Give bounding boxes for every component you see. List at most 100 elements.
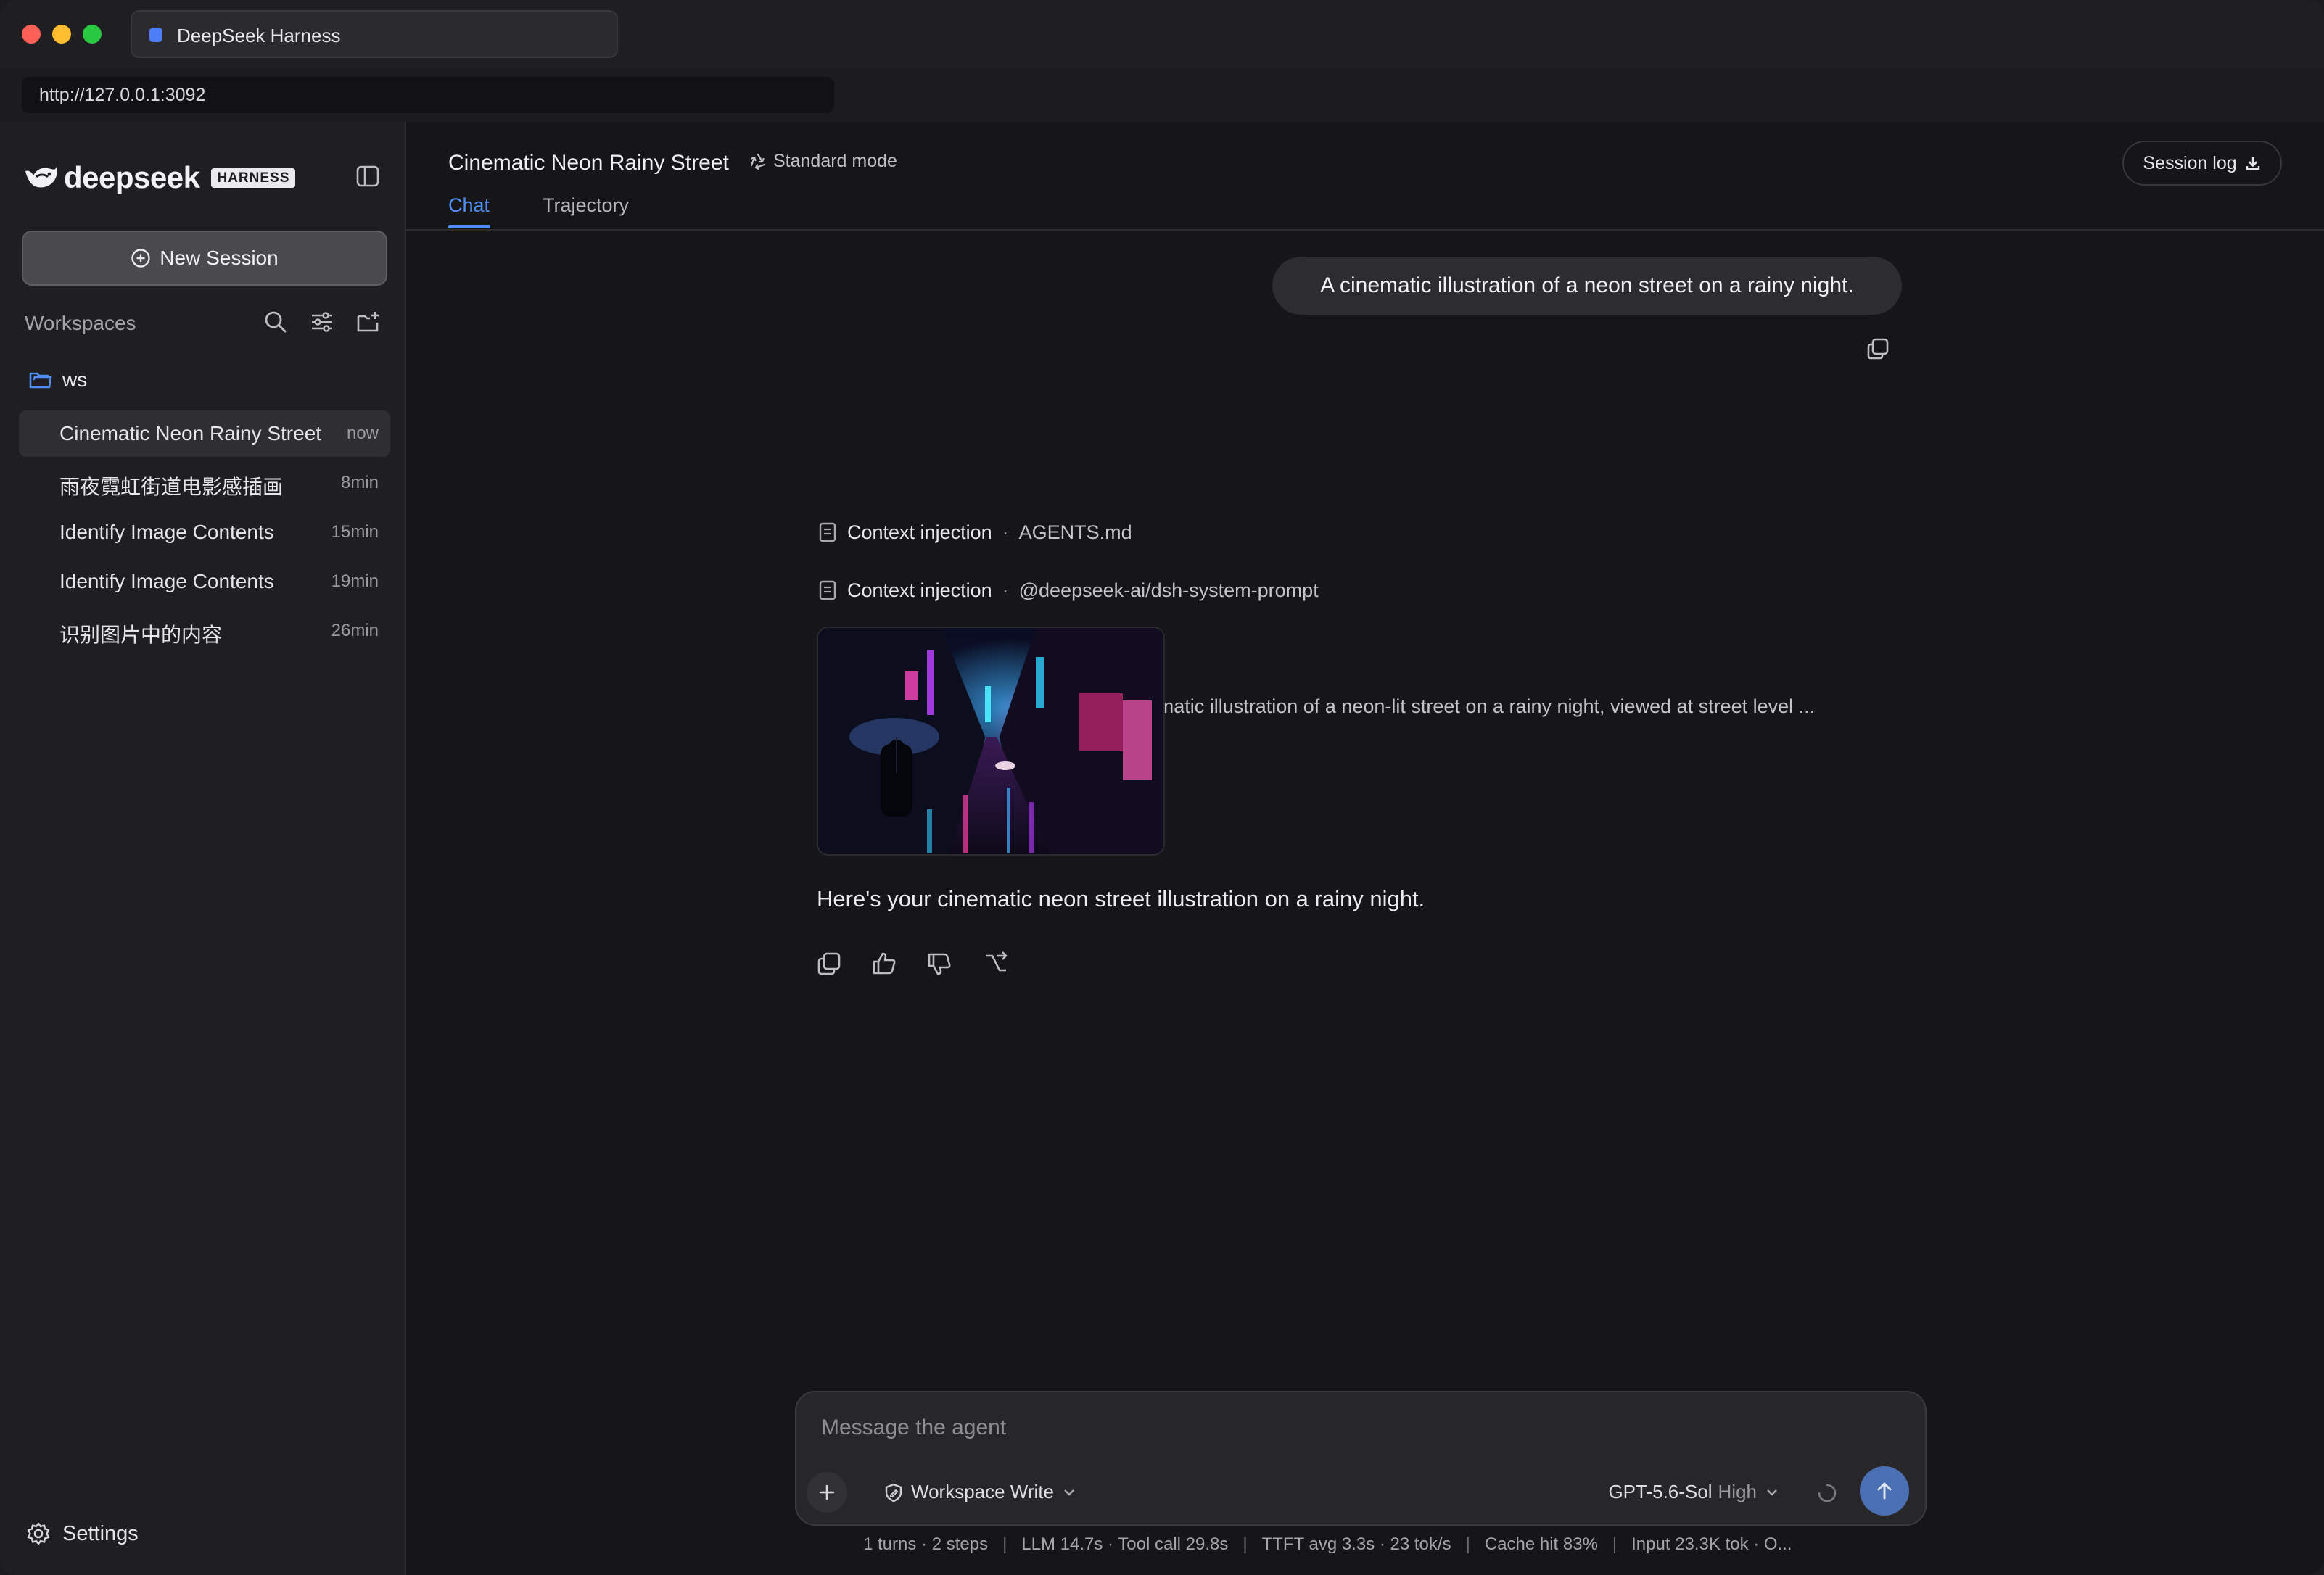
title-bar: DeepSeek Harness xyxy=(0,0,2324,68)
logo-text: deepseek xyxy=(64,160,200,194)
stats-ttft: TTFT avg 3.3s · 23 tok/s xyxy=(1261,1534,1451,1554)
settings-button[interactable]: Settings xyxy=(26,1521,139,1546)
browser-tab-title: DeepSeek Harness xyxy=(177,25,341,46)
document-icon xyxy=(819,522,836,542)
user-message-text: A cinematic illustration of a neon stree… xyxy=(1320,273,1854,297)
new-session-button[interactable]: New Session xyxy=(22,231,387,286)
stats-separator: | xyxy=(1002,1534,1008,1554)
session-title: Identify Image Contents xyxy=(59,521,274,543)
maximize-window-button[interactable] xyxy=(83,25,102,44)
assistant-message-text: Here's your cinematic neon street illust… xyxy=(817,886,1425,911)
session-item[interactable]: 雨夜霓虹街道电影感插画 8min xyxy=(19,460,390,506)
search-icon[interactable] xyxy=(263,309,289,335)
session-item[interactable]: Cinematic Neon Rainy Street now xyxy=(19,410,390,457)
model-effort: High xyxy=(1718,1481,1757,1502)
new-folder-icon[interactable] xyxy=(355,309,382,335)
tab-trajectory[interactable]: Trajectory xyxy=(543,194,629,217)
stats-separator: | xyxy=(1465,1534,1470,1554)
whale-logo-icon xyxy=(25,167,57,188)
session-title: 识别图片中的内容 xyxy=(59,624,223,646)
session-item[interactable]: Identify Image Contents 19min xyxy=(19,558,390,605)
stats-cache: Cache hit 83% xyxy=(1484,1534,1598,1554)
session-title: Identify Image Contents xyxy=(59,570,274,592)
settings-label: Settings xyxy=(62,1521,139,1545)
neon-street-image xyxy=(818,628,1163,854)
chevron-down-icon xyxy=(1064,1489,1074,1496)
browser-tab[interactable]: DeepSeek Harness xyxy=(131,10,618,58)
stats-separator: | xyxy=(1243,1534,1248,1554)
tab-bar: Chat Trajectory xyxy=(406,189,2324,231)
favicon-icon xyxy=(149,28,162,42)
new-session-label: New Session xyxy=(160,247,279,269)
stats-input: Input 23.3K tok · O... xyxy=(1631,1534,1792,1554)
workspace-folder-label: ws xyxy=(62,368,88,391)
browser-window: DeepSeek Harness http://127.0.0.1:3092 d… xyxy=(0,0,2324,1575)
message-input[interactable] xyxy=(820,1411,1896,1444)
session-item[interactable]: 识别图片中的内容 26min xyxy=(19,608,390,654)
model-name: GPT-5.6-Sol xyxy=(1608,1481,1713,1502)
stats-timing: LLM 14.7s · Tool call 29.8s xyxy=(1021,1534,1229,1554)
user-message-bubble: A cinematic illustration of a neon stree… xyxy=(1272,257,1902,315)
logo-badge: HARNESS xyxy=(211,168,296,188)
session-time: 8min xyxy=(340,473,379,492)
session-time: 26min xyxy=(331,621,379,640)
arrow-up-icon xyxy=(1877,1482,1892,1500)
page-title: Cinematic Neon Rainy Street xyxy=(448,151,729,175)
session-time: 15min xyxy=(331,522,379,542)
stats-separator: | xyxy=(1612,1534,1618,1554)
event-kind: Context injection xyxy=(847,521,992,543)
folder-icon xyxy=(29,372,52,389)
event-separator: · xyxy=(1002,579,1009,601)
gear-icon xyxy=(27,1522,50,1545)
session-time: now xyxy=(346,423,379,443)
session-title: 雨夜霓虹街道电影感插画 xyxy=(59,476,284,498)
workspaces-heading: Workspaces xyxy=(25,312,136,334)
event-row[interactable]: Context injection · AGENTS.md xyxy=(818,518,1132,547)
close-window-button[interactable] xyxy=(22,25,41,44)
document-icon xyxy=(819,580,836,600)
send-button[interactable] xyxy=(1860,1466,1909,1516)
sidebar: deepseek HARNESS New Session Workspaces xyxy=(0,122,406,1575)
mode-label: Standard mode xyxy=(773,151,897,171)
active-tab-indicator xyxy=(448,225,490,228)
permission-selector[interactable]: Workspace Write xyxy=(883,1481,1084,1503)
generated-image[interactable] xyxy=(817,627,1165,856)
recycle-icon xyxy=(750,153,766,170)
plus-icon xyxy=(819,1484,835,1500)
event-kind: Context injection xyxy=(847,579,992,601)
session-time: 19min xyxy=(331,571,379,591)
copy-icon[interactable] xyxy=(815,950,843,977)
thumbs-up-icon[interactable] xyxy=(870,950,898,977)
message-composer: Workspace Write GPT-5.6-Sol High xyxy=(795,1391,1927,1526)
copy-icon[interactable] xyxy=(1866,336,1890,361)
attach-button[interactable] xyxy=(807,1472,847,1513)
toolbar: http://127.0.0.1:3092 xyxy=(0,68,2324,123)
logo: deepseek HARNESS xyxy=(23,160,296,196)
download-icon xyxy=(2246,157,2259,170)
thumbs-down-icon[interactable] xyxy=(926,950,953,977)
event-detail: @deepseek-ai/dsh-system-prompt xyxy=(1018,579,1319,601)
address-bar[interactable]: http://127.0.0.1:3092 xyxy=(22,77,834,113)
main-panel: Cinematic Neon Rainy Street Standard mod… xyxy=(406,122,2324,1575)
session-title: Cinematic Neon Rainy Street xyxy=(59,422,322,445)
event-row[interactable]: Context injection · @deepseek-ai/dsh-sys… xyxy=(818,576,1319,605)
event-separator: · xyxy=(1002,521,1009,543)
permission-label: Workspace Write xyxy=(911,1481,1054,1502)
session-log-label: Session log xyxy=(2143,152,2237,173)
shield-edit-icon xyxy=(885,1483,902,1502)
session-stats: 1 turns · 2 steps | LLM 14.7s · Tool call … xyxy=(863,1534,1792,1555)
workspace-folder-ws[interactable]: ws xyxy=(29,365,87,394)
tab-chat[interactable]: Chat xyxy=(448,194,490,217)
branch-icon[interactable] xyxy=(982,950,1010,977)
mode-indicator[interactable]: Standard mode xyxy=(749,151,897,172)
stats-turns: 1 turns · 2 steps xyxy=(863,1534,989,1554)
event-detail: AGENTS.md xyxy=(1018,521,1132,543)
minimize-window-button[interactable] xyxy=(52,25,71,44)
model-selector[interactable]: GPT-5.6-Sol High xyxy=(1608,1481,1780,1503)
loading-spinner-icon xyxy=(1818,1484,1837,1502)
session-log-button[interactable]: Session log xyxy=(2122,141,2282,186)
filter-sliders-icon[interactable] xyxy=(309,309,335,335)
sidebar-toggle-icon[interactable] xyxy=(355,164,380,189)
session-item[interactable]: Identify Image Contents 15min xyxy=(19,509,390,555)
chevron-down-icon xyxy=(1767,1489,1777,1496)
